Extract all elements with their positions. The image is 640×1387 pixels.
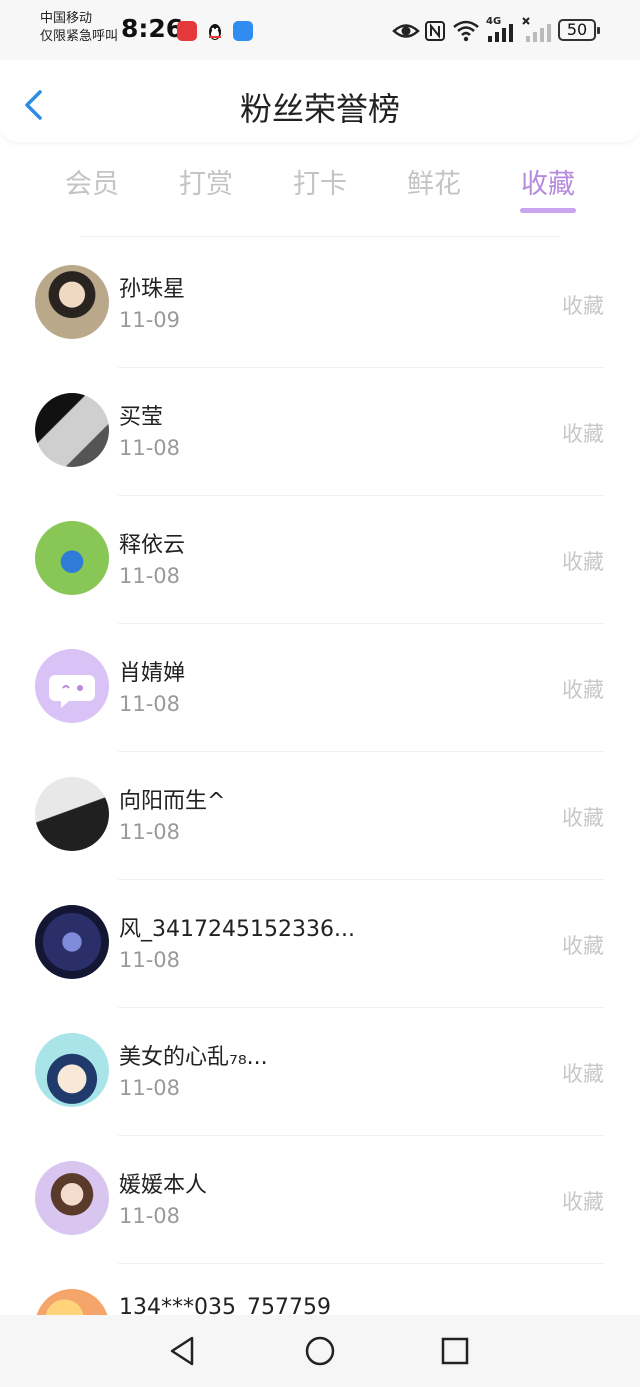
user-name: 134***035_757759 — [119, 1295, 331, 1315]
user-name: 肖婧婵 — [119, 661, 186, 686]
record-date: 11-08 — [119, 948, 181, 972]
tab-check-in[interactable]: 打卡 — [263, 162, 377, 201]
list-item[interactable]: 孙珠星 11-09 收藏 — [0, 240, 640, 368]
list-item[interactable]: 向阳而生^ 11-08 收藏 — [0, 752, 640, 880]
huawei-app-icon — [177, 21, 197, 41]
home-circle-icon[interactable] — [303, 1334, 337, 1368]
record-date: 11-08 — [119, 1204, 181, 1228]
list-item[interactable]: 美女的心乱₇₈... 11-08 收藏 — [0, 1008, 640, 1136]
avatar — [35, 393, 109, 467]
record-date: 11-09 — [119, 308, 181, 332]
tab-flowers[interactable]: 鲜花 — [377, 162, 491, 201]
battery-indicator: 50 — [558, 19, 600, 41]
carrier-info: 中国移动 仅限紧急呼叫 — [40, 10, 118, 46]
list-item[interactable]: 媛媛本人 11-08 收藏 — [0, 1136, 640, 1264]
list-item[interactable]: 释依云 11-08 收藏 — [0, 496, 640, 624]
avatar — [35, 1033, 109, 1107]
page-title: 粉丝荣誉榜 — [239, 90, 400, 128]
tabs-divider — [80, 236, 560, 237]
action-type: 收藏 — [562, 1062, 604, 1086]
app-header: 粉丝荣誉榜 — [0, 60, 640, 142]
signal-no-sim-icon — [522, 17, 551, 42]
user-name: 孙珠星 — [119, 277, 186, 302]
tab-membership[interactable]: 会员 — [35, 162, 149, 201]
tab-favorites[interactable]: 收藏 — [491, 162, 605, 201]
user-name: 释依云 — [119, 533, 186, 558]
system-nav-bar — [0, 1315, 640, 1387]
list-item[interactable]: 风_3417245152336... 11-08 收藏 — [0, 880, 640, 1008]
qq-penguin-icon — [209, 24, 221, 40]
wifi-icon — [453, 20, 479, 42]
emergency-only-label: 仅限紧急呼叫 — [40, 29, 119, 44]
fan-list: 孙珠星 11-09 收藏 买莹 11-08 收藏 释依云 11-08 收藏 肖婧… — [0, 240, 640, 1315]
avatar — [35, 265, 109, 339]
message-app-icon — [233, 21, 253, 41]
action-type: 收藏 — [562, 1190, 604, 1214]
signal-4g-icon: 4G — [486, 16, 518, 46]
record-date: 11-08 — [119, 436, 181, 460]
avatar — [35, 777, 109, 851]
user-name: 媛媛本人 — [119, 1173, 208, 1198]
action-type: 收藏 — [562, 422, 604, 446]
action-type: 收藏 — [562, 934, 604, 958]
tab-tips[interactable]: 打赏 — [149, 162, 263, 201]
avatar — [35, 649, 109, 723]
record-date: 11-08 — [119, 820, 181, 844]
nfc-icon — [425, 21, 445, 41]
carrier-name: 中国移动 — [40, 11, 93, 26]
eye-icon — [392, 24, 420, 38]
status-time: 8:26 — [121, 14, 184, 43]
active-tab-indicator — [520, 208, 576, 213]
action-type: 收藏 — [562, 678, 604, 702]
action-type: 收藏 — [562, 550, 604, 574]
user-name: 买莹 — [119, 405, 164, 430]
list-item[interactable]: 134***035_757759 收藏 — [0, 1264, 640, 1315]
avatar — [35, 521, 109, 595]
action-type: 收藏 — [562, 806, 604, 830]
back-triangle-icon[interactable] — [166, 1334, 200, 1368]
avatar — [35, 1289, 109, 1315]
chat-bubble-icon — [49, 675, 95, 708]
user-name: 美女的心乱₇₈... — [119, 1045, 268, 1070]
record-date: 11-08 — [119, 692, 181, 716]
avatar — [35, 1161, 109, 1235]
user-name: 风_3417245152336... — [119, 917, 355, 942]
list-item[interactable]: 买莹 11-08 收藏 — [0, 368, 640, 496]
action-type: 收藏 — [562, 294, 604, 318]
record-date: 11-08 — [119, 1076, 181, 1100]
record-date: 11-08 — [119, 564, 181, 588]
user-name: 向阳而生^ — [119, 789, 226, 814]
status-bar: 中国移动 仅限紧急呼叫 8:26 4G 50 — [0, 0, 640, 60]
avatar — [35, 905, 109, 979]
list-item[interactable]: 肖婧婵 11-08 收藏 — [0, 624, 640, 752]
recents-square-icon[interactable] — [438, 1334, 472, 1368]
